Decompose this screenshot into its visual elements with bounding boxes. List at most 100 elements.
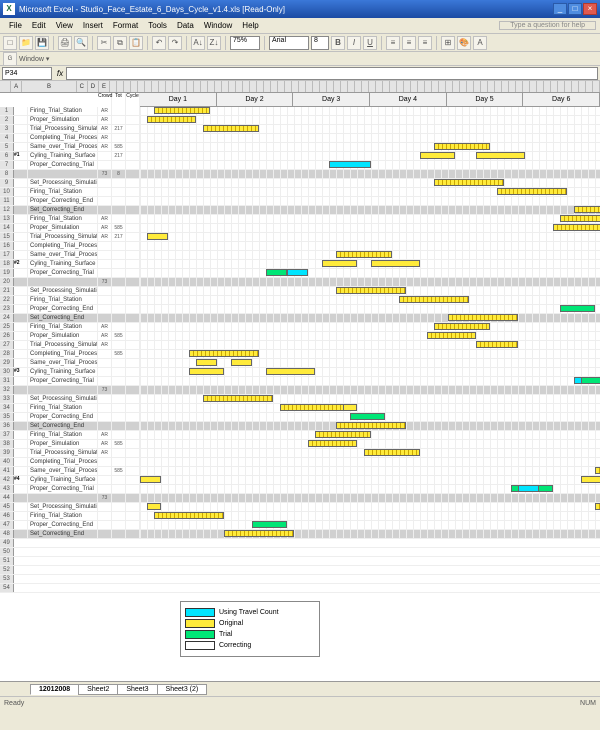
gantt-area[interactable] (140, 215, 600, 223)
crowd-cell[interactable] (98, 458, 112, 466)
row-header[interactable]: 15 (0, 233, 14, 241)
gantt-area[interactable] (140, 332, 600, 340)
task-row[interactable]: 29Same_over_Trial_Process (0, 359, 600, 368)
minimize-button[interactable]: _ (553, 3, 567, 15)
tot-cell[interactable] (112, 422, 126, 430)
crowd-cell[interactable] (98, 368, 112, 376)
tot-cell[interactable] (112, 251, 126, 259)
tot-cell[interactable] (112, 161, 126, 169)
gantt-bar[interactable] (266, 368, 315, 375)
crowd-cell[interactable] (98, 179, 112, 187)
empty-row[interactable]: 51 (0, 557, 600, 566)
crowd-cell[interactable]: 73 (98, 386, 112, 394)
gantt-area[interactable] (140, 152, 600, 160)
crowd-cell[interactable]: 73 (98, 170, 112, 178)
tot-cell[interactable] (112, 116, 126, 124)
gantt-area[interactable] (140, 260, 600, 268)
crowd-cell[interactable]: AR (98, 107, 112, 115)
crowd-cell[interactable]: AR (98, 449, 112, 457)
name-box[interactable]: P34 (2, 67, 52, 80)
gantt-area[interactable] (140, 206, 600, 214)
cycle-cell[interactable] (126, 305, 140, 313)
task-row[interactable]: 18#2Cyling_Training_Surface (0, 260, 600, 269)
gantt-bar[interactable] (343, 404, 357, 411)
gantt-area[interactable] (140, 458, 600, 466)
cycle-cell[interactable] (126, 386, 140, 394)
task-row[interactable]: 13Firing_Trial_StationAR (0, 215, 600, 224)
cycle-cell[interactable] (126, 512, 140, 520)
row-header[interactable]: 43 (0, 485, 14, 493)
cycle-cell[interactable] (126, 494, 140, 502)
tot-cell[interactable]: 217 (112, 125, 126, 133)
cycle-cell[interactable] (126, 152, 140, 160)
gantt-bar[interactable] (448, 314, 518, 321)
crowd-cell[interactable]: 73 (98, 278, 112, 286)
save-icon[interactable]: 💾 (35, 36, 49, 50)
fx-icon[interactable]: fx (54, 69, 66, 78)
font-select[interactable]: Arial (269, 36, 309, 50)
gantt-area[interactable] (140, 224, 600, 232)
tot-cell[interactable] (112, 521, 126, 529)
print-icon[interactable]: 🖨 (58, 36, 72, 50)
crowd-cell[interactable]: AR (98, 431, 112, 439)
row-header[interactable]: 31 (0, 377, 14, 385)
crowd-cell[interactable]: AR (98, 323, 112, 331)
crowd-cell[interactable] (98, 530, 112, 538)
gantt-bar[interactable] (308, 440, 357, 447)
gantt-area[interactable] (140, 530, 600, 538)
task-row[interactable]: 1Firing_Trial_StationAR (0, 107, 600, 116)
cycle-cell[interactable] (126, 206, 140, 214)
tot-cell[interactable] (112, 323, 126, 331)
tot-cell[interactable] (112, 179, 126, 187)
task-row[interactable]: 10Firing_Trial_Station (0, 188, 600, 197)
gantt-bar[interactable] (196, 359, 217, 366)
row-header[interactable]: 7 (0, 161, 14, 169)
task-row[interactable]: 33Set_Processing_Simulation (0, 395, 600, 404)
menu-edit[interactable]: Edit (27, 20, 51, 31)
gantt-bar[interactable] (560, 215, 600, 222)
cycle-cell[interactable] (126, 476, 140, 484)
crowd-cell[interactable] (98, 242, 112, 250)
task-row[interactable]: 2Proper_SimulationAR (0, 116, 600, 125)
empty-row[interactable]: 53 (0, 575, 600, 584)
row-header[interactable]: 22 (0, 296, 14, 304)
task-row[interactable]: 3273 (0, 386, 600, 395)
crowd-cell[interactable]: AR (98, 125, 112, 133)
task-row[interactable]: 14Proper_SimulationAR585 (0, 224, 600, 233)
sheet-tab[interactable]: Sheet2 (78, 684, 118, 695)
tot-cell[interactable] (112, 188, 126, 196)
gantt-bar[interactable] (280, 404, 350, 411)
tot-cell[interactable] (112, 134, 126, 142)
cycle-cell[interactable] (126, 188, 140, 196)
gantt-bar[interactable] (336, 287, 406, 294)
gantt-area[interactable] (140, 395, 600, 403)
task-row[interactable]: 23Proper_Correcting_End (0, 305, 600, 314)
task-row[interactable]: 42#4Cyling_Training_Surface (0, 476, 600, 485)
tot-cell[interactable] (112, 314, 126, 322)
gantt-bar[interactable] (252, 521, 287, 528)
gantt-area[interactable] (140, 494, 600, 502)
crowd-cell[interactable] (98, 503, 112, 511)
cycle-cell[interactable] (126, 116, 140, 124)
crowd-cell[interactable]: AR (98, 116, 112, 124)
crowd-cell[interactable] (98, 251, 112, 259)
crowd-cell[interactable] (98, 422, 112, 430)
tot-cell[interactable] (112, 494, 126, 502)
tot-cell[interactable] (112, 287, 126, 295)
gantt-bar[interactable] (231, 359, 252, 366)
crowd-cell[interactable] (98, 350, 112, 358)
task-row[interactable]: 31Proper_Correcting_Trial (0, 377, 600, 386)
row-header[interactable]: 35 (0, 413, 14, 421)
gantt-area[interactable] (140, 278, 600, 286)
cycle-cell[interactable] (126, 413, 140, 421)
cycle-cell[interactable] (126, 314, 140, 322)
gantt-bar[interactable] (399, 296, 469, 303)
row-header[interactable]: 30 (0, 368, 14, 376)
gantt-bar[interactable] (427, 332, 476, 339)
task-row[interactable]: 34Firing_Trial_Station (0, 404, 600, 413)
help-search[interactable]: Type a question for help (499, 21, 596, 30)
gantt-bar[interactable] (476, 152, 525, 159)
gantt-bar[interactable] (224, 530, 294, 537)
crowd-cell[interactable]: AR (98, 143, 112, 151)
tot-cell[interactable]: 585 (112, 440, 126, 448)
